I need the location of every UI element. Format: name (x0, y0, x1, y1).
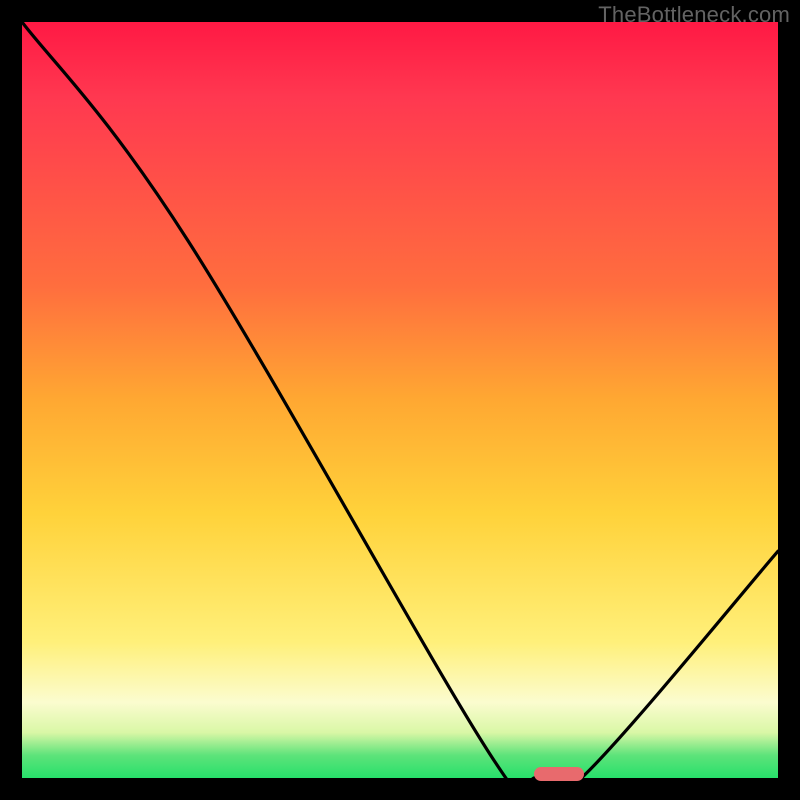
chart-frame: TheBottleneck.com (0, 0, 800, 800)
bottleneck-curve (22, 22, 778, 778)
chart-plot-area (22, 22, 778, 778)
optimum-marker (534, 767, 584, 781)
